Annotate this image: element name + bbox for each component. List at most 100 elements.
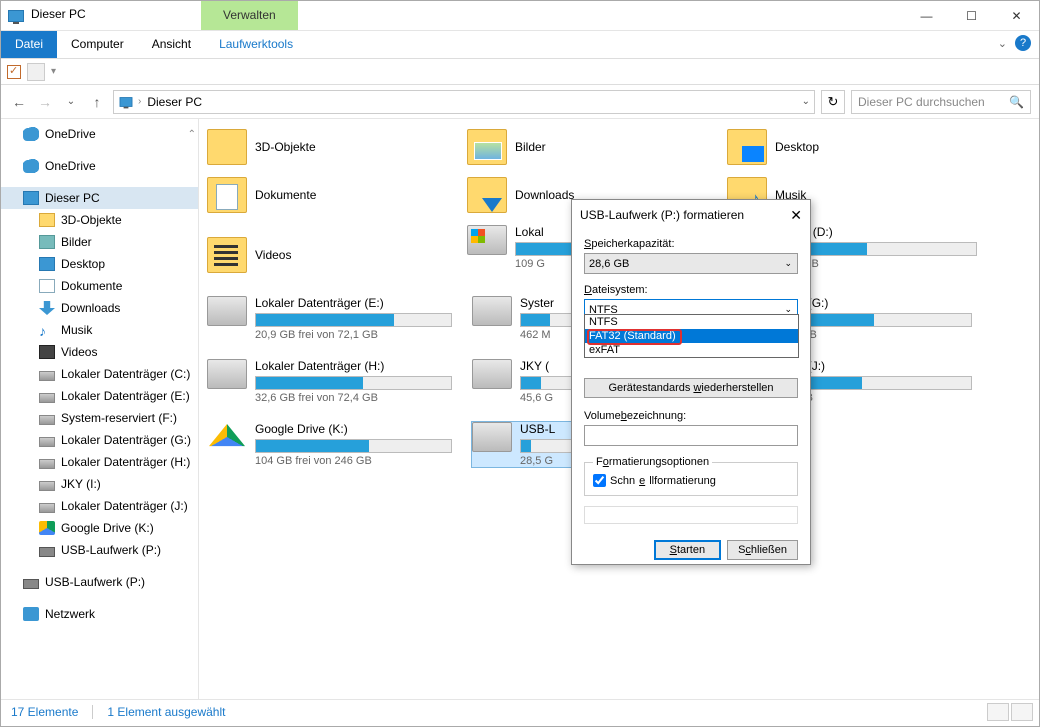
folder-desktop[interactable]: Desktop (727, 129, 957, 165)
network-icon (23, 607, 39, 621)
video-icon (39, 345, 55, 359)
cloud-icon (23, 127, 39, 141)
sidebar-item-desktop[interactable]: Desktop (1, 253, 198, 275)
dialog-close-button[interactable]: ✕ (790, 207, 802, 224)
drive-icon (39, 503, 55, 513)
folder-videos[interactable]: Videos (207, 225, 437, 284)
capacity-select[interactable]: 28,6 GB⌄ (584, 253, 798, 274)
sidebar-item-videos[interactable]: Videos (1, 341, 198, 363)
drive-icon (472, 359, 512, 389)
address-dropdown-icon[interactable]: ⌄ (802, 96, 810, 107)
fs-option-fat32[interactable]: FAT32 (Standard) (585, 329, 798, 343)
filesystem-dropdown: NTFS FAT32 (Standard) exFAT (584, 314, 799, 358)
sidebar-item-pictures[interactable]: Bilder (1, 231, 198, 253)
folder-icon (39, 213, 55, 227)
sidebar: ⌃ OneDrive OneDrive Dieser PC 3D-Objekte… (1, 119, 199, 699)
search-placeholder: Dieser PC durchsuchen (858, 95, 985, 109)
sidebar-item-drive-j[interactable]: Lokaler Datenträger (J:) (1, 495, 198, 517)
sidebar-item-onedrive[interactable]: OneDrive (1, 123, 198, 145)
sidebar-item-network[interactable]: Netzwerk (1, 603, 198, 625)
sidebar-item-gdrive[interactable]: Google Drive (K:) (1, 517, 198, 539)
nav-history-button[interactable]: ⌄ (61, 92, 81, 112)
format-options-fieldset: Formatierungsoptionen Schnellformatierun… (584, 456, 798, 496)
sidebar-item-usb-p[interactable]: USB-Laufwerk (P:) (1, 539, 198, 561)
desktop-icon (39, 257, 55, 271)
start-button[interactable]: Starten (654, 540, 721, 560)
tab-view[interactable]: Ansicht (138, 31, 205, 58)
sidebar-item-drive-e[interactable]: Lokaler Datenträger (E:) (1, 385, 198, 407)
folder-icon (467, 129, 507, 165)
minimize-button[interactable]: — (904, 1, 949, 30)
sidebar-item-documents[interactable]: Dokumente (1, 275, 198, 297)
usb-icon (39, 547, 55, 557)
sidebar-item-downloads[interactable]: Downloads (1, 297, 198, 319)
sidebar-item-onedrive2[interactable]: OneDrive (1, 155, 198, 177)
sidebar-item-drive-i[interactable]: JKY (I:) (1, 473, 198, 495)
folder-icon (467, 177, 507, 213)
download-icon (39, 301, 55, 315)
qat-doc-icon[interactable] (27, 63, 45, 81)
folder-icon (207, 129, 247, 165)
address-path: Dieser PC (147, 95, 202, 109)
sidebar-item-3dobjects[interactable]: 3D-Objekte (1, 209, 198, 231)
help-icon[interactable]: ? (1015, 35, 1031, 51)
restore-defaults-button[interactable]: Gerätestandards wiederherstellen (584, 378, 798, 398)
folder-icon (207, 177, 247, 213)
fs-option-exfat[interactable]: exFAT (585, 343, 798, 357)
music-icon: ♪ (39, 323, 55, 337)
drive-e[interactable]: Lokaler Datenträger (E:)20,9 GB frei von… (207, 296, 452, 341)
sidebar-item-drive-g[interactable]: Lokaler Datenträger (G:) (1, 429, 198, 451)
view-details-button[interactable] (987, 703, 1009, 721)
usb-icon (23, 579, 39, 589)
sidebar-item-drive-f[interactable]: System-reserviert (F:) (1, 407, 198, 429)
sidebar-item-usb-p2[interactable]: USB-Laufwerk (P:) (1, 571, 198, 593)
scroll-up-icon[interactable]: ⌃ (188, 129, 196, 140)
nav-back-button[interactable]: ← (9, 92, 29, 112)
search-input[interactable]: Dieser PC durchsuchen 🔍 (851, 90, 1031, 114)
options-legend: Formatierungsoptionen (593, 456, 712, 468)
quick-format-checkbox[interactable]: Schnellformatierung (593, 474, 789, 487)
volume-input[interactable] (584, 425, 798, 446)
qat-checkbox-icon[interactable] (7, 65, 21, 79)
sidebar-item-music[interactable]: ♪Musik (1, 319, 198, 341)
tab-drivetools[interactable]: Laufwerktools (205, 31, 307, 58)
tab-file[interactable]: Datei (1, 31, 57, 58)
maximize-button[interactable]: ☐ (949, 1, 994, 30)
folder-icon (727, 129, 767, 165)
dialog-title: USB-Laufwerk (P:) formatieren (580, 208, 744, 222)
ribbon-expand-icon[interactable]: ⌄ (998, 37, 1007, 50)
refresh-button[interactable]: ↻ (821, 90, 845, 114)
status-count: 17 Elemente (11, 705, 78, 719)
format-dialog: USB-Laufwerk (P:) formatieren ✕ Speicher… (571, 199, 811, 565)
volume-label: Volumebezeichnung: (584, 410, 798, 422)
manage-tab[interactable]: Verwalten (201, 1, 298, 30)
folder-3dobjects[interactable]: 3D-Objekte (207, 129, 437, 165)
tab-computer[interactable]: Computer (57, 31, 138, 58)
search-icon: 🔍 (1009, 95, 1024, 109)
window-title: Dieser PC (31, 1, 201, 30)
sidebar-item-drive-h[interactable]: Lokaler Datenträger (H:) (1, 451, 198, 473)
ribbon-tabs: Datei Computer Ansicht Laufwerktools ⌄ ? (1, 31, 1039, 59)
folder-pictures[interactable]: Bilder (467, 129, 697, 165)
quick-format-input[interactable] (593, 474, 606, 487)
gdrive-icon (207, 422, 247, 452)
app-icon (1, 1, 31, 30)
qat-dropdown-icon[interactable]: ▾ (51, 66, 56, 77)
close-button[interactable]: ✕ (994, 1, 1039, 30)
sidebar-item-thispc[interactable]: Dieser PC (1, 187, 198, 209)
pc-icon (23, 191, 39, 205)
sidebar-item-drive-c[interactable]: Lokaler Datenträger (C:) (1, 363, 198, 385)
pictures-icon (39, 235, 55, 249)
drive-k[interactable]: Google Drive (K:)104 GB frei von 246 GB (207, 422, 452, 467)
folder-icon (207, 237, 247, 273)
folder-documents[interactable]: Dokumente (207, 177, 437, 213)
drive-icon (207, 359, 247, 389)
nav-up-button[interactable]: ↑ (87, 92, 107, 112)
fs-option-ntfs[interactable]: NTFS (585, 315, 798, 329)
view-tiles-button[interactable] (1011, 703, 1033, 721)
address-bar[interactable]: › Dieser PC ⌄ (113, 90, 815, 114)
drive-h[interactable]: Lokaler Datenträger (H:)32,6 GB frei von… (207, 359, 452, 404)
nav-forward-button: → (35, 92, 55, 112)
close-dialog-button[interactable]: Schließen (727, 540, 798, 560)
usb-drive-icon (472, 422, 512, 452)
